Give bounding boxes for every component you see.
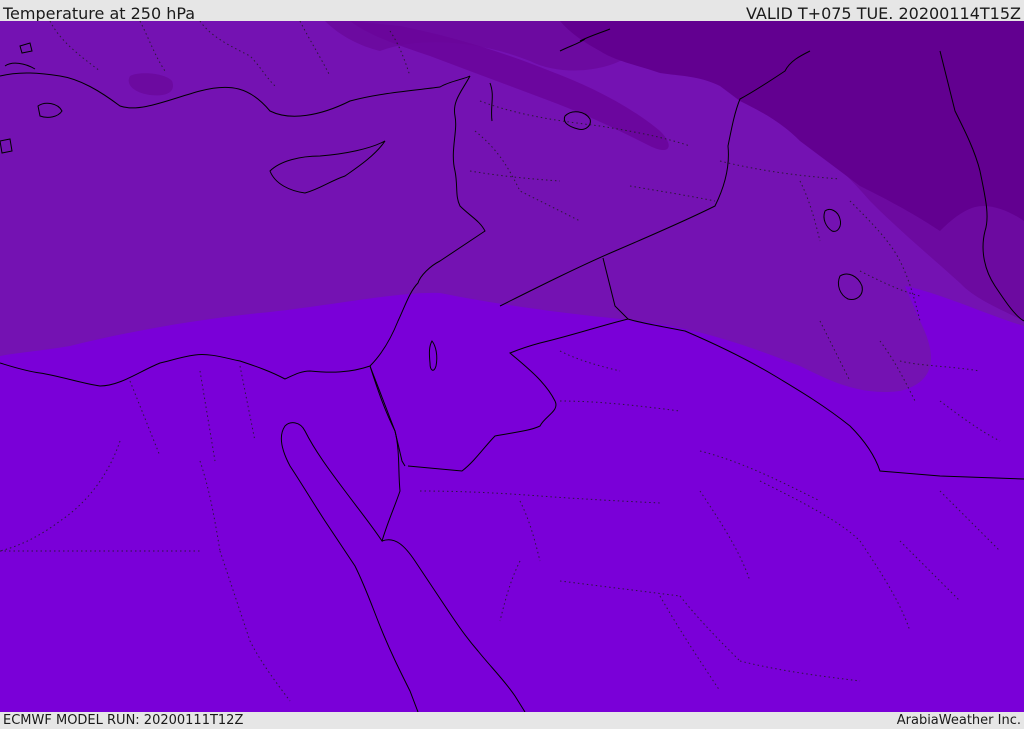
map-canvas bbox=[0, 21, 1024, 712]
provider-credit: ArabiaWeather Inc. bbox=[896, 713, 1021, 728]
map-header: Temperature at 250 hPa VALID T+075 TUE. … bbox=[0, 0, 1024, 21]
map-footer: ECMWF MODEL RUN: 20200111T12Z ArabiaWeat… bbox=[0, 712, 1024, 729]
valid-time-label: VALID T+075 TUE. 20200114T15Z bbox=[745, 3, 1021, 23]
model-run-label: ECMWF MODEL RUN: 20200111T12Z bbox=[3, 713, 244, 728]
temperature-map bbox=[0, 21, 1024, 712]
map-title: Temperature at 250 hPa bbox=[3, 3, 196, 23]
